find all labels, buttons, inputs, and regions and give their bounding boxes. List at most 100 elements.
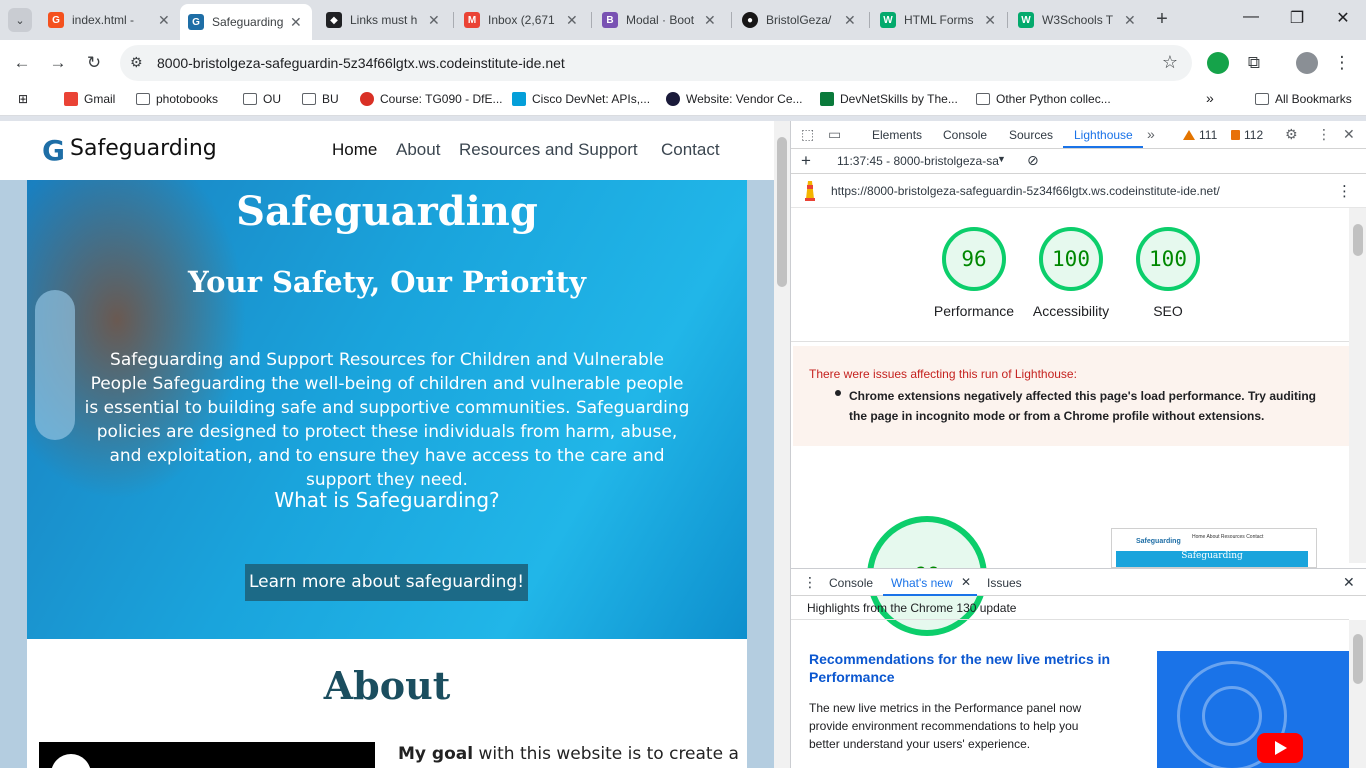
bookmark-ou[interactable]: OU	[243, 92, 281, 106]
gmail-icon	[64, 92, 78, 106]
report-menu-icon[interactable]: ⋮	[1337, 182, 1352, 200]
bookmark-course[interactable]: Course: TG090 - DfE...	[360, 92, 503, 106]
tab-modal[interactable]: B Modal · Boot ✕	[594, 4, 730, 36]
page-scrollbar[interactable]	[774, 121, 790, 768]
drawer-menu-icon[interactable]: ⋮	[803, 574, 817, 591]
drawer-tabbar: ⋮ Console What's new ✕ Issues ✕	[791, 568, 1366, 596]
close-icon[interactable]: ✕	[844, 12, 856, 29]
bookmark-devnetskills[interactable]: DevNetSkills by The...	[820, 92, 958, 106]
tab-separator	[731, 12, 732, 28]
score-gauge-performance[interactable]: 96	[942, 227, 1006, 291]
page-screenshot-thumbnail[interactable]: Safeguarding Home About Resources Contac…	[1111, 528, 1317, 568]
bookmark-bu[interactable]: BU	[302, 92, 339, 106]
url-text[interactable]: 8000-bristolgeza-safeguardin-5z34f66lgtx…	[157, 55, 565, 71]
close-icon[interactable]: ✕	[290, 14, 302, 31]
back-button[interactable]: ←	[10, 51, 34, 75]
bookmark-cisco[interactable]: Cisco DevNet: APIs,...	[512, 92, 650, 106]
bookmarks-overflow-button[interactable]: »	[1206, 90, 1214, 106]
lighthouse-scrollbar-thumb[interactable]	[1353, 224, 1363, 256]
avatar[interactable]	[1296, 52, 1318, 74]
inspect-icon[interactable]: ⬚	[801, 126, 814, 143]
learn-more-button[interactable]: Learn more about safeguarding!	[245, 564, 528, 601]
tab-sources[interactable]: Sources	[1009, 128, 1053, 142]
warnings-counter[interactable]: 111	[1183, 128, 1217, 142]
report-url[interactable]: https://8000-bristolgeza-safeguardin-5z3…	[831, 184, 1220, 198]
tab-html-forms[interactable]: W HTML Forms ✕	[872, 4, 1004, 36]
forward-button[interactable]: →	[46, 51, 70, 75]
bookmark-photobooks[interactable]: photobooks	[136, 92, 218, 106]
close-icon[interactable]: ✕	[961, 575, 971, 589]
whats-new-scrollbar[interactable]	[1349, 620, 1366, 768]
tab-github[interactable]: ● BristolGeza/ ✕	[734, 4, 868, 36]
close-icon[interactable]: ✕	[428, 12, 440, 29]
tab-index[interactable]: G index.html - ✕	[40, 4, 178, 36]
new-report-icon[interactable]: +	[801, 151, 811, 171]
extensions-icon[interactable]: ⧉	[1242, 51, 1266, 75]
bookmark-vendor[interactable]: Website: Vendor Ce...	[666, 92, 803, 106]
nav-contact[interactable]: Contact	[661, 140, 720, 160]
tab-safeguarding[interactable]: G Safeguarding ✕	[180, 4, 312, 40]
close-window-button[interactable]: ✕	[1328, 8, 1358, 28]
address-bar[interactable]: ⚙ 8000-bristolgeza-safeguardin-5z34f66lg…	[120, 45, 1192, 81]
close-icon[interactable]: ✕	[158, 12, 170, 29]
w3schools-icon: W	[1018, 12, 1034, 28]
bookmark-star-icon[interactable]: ☆	[1162, 52, 1178, 73]
close-drawer-icon[interactable]: ✕	[1343, 574, 1355, 591]
tab-console[interactable]: Console	[943, 128, 987, 142]
tab-lighthouse[interactable]: Lighthouse	[1074, 128, 1133, 142]
score-gauge-accessibility[interactable]: 100	[1039, 227, 1103, 291]
hero-figure-image	[35, 290, 75, 440]
all-bookmarks[interactable]: All Bookmarks	[1255, 92, 1352, 106]
more-tabs-icon[interactable]: »	[1147, 126, 1155, 142]
issues-counter[interactable]: 112	[1231, 128, 1263, 142]
close-icon[interactable]: ✕	[566, 12, 578, 29]
bookmark-gmail[interactable]: Gmail	[64, 92, 115, 106]
youtube-play-icon[interactable]	[1257, 733, 1303, 763]
close-icon[interactable]: ✕	[984, 12, 996, 29]
devtools-tabbar: ⬚ ▭ Elements Console Sources Lighthouse …	[791, 121, 1366, 149]
drawer-tab-console[interactable]: Console	[829, 576, 873, 590]
whats-new-article-title[interactable]: Recommendations for the new live metrics…	[809, 650, 1129, 686]
tab-elements[interactable]: Elements	[872, 128, 922, 142]
menu-icon[interactable]: ⋮	[1330, 51, 1354, 75]
warning-title: There were issues affecting this run of …	[809, 367, 1077, 381]
apps-icon[interactable]: ⊞	[18, 92, 28, 106]
clear-icon[interactable]: ⊘	[1027, 152, 1039, 169]
tab-links[interactable]: ◆ Links must h ✕	[318, 4, 450, 36]
tab-search-button[interactable]: ⌄	[8, 8, 32, 32]
bookmark-python[interactable]: Other Python collec...	[976, 92, 1111, 106]
whats-new-scrollbar-thumb[interactable]	[1353, 634, 1363, 684]
minimize-button[interactable]: —	[1236, 8, 1266, 26]
logo-icon[interactable]: G	[42, 134, 65, 167]
tab-inbox[interactable]: M Inbox (2,671 ✕	[456, 4, 588, 36]
cisco-icon	[512, 92, 526, 106]
divider	[791, 341, 1349, 342]
devtools-menu-icon[interactable]: ⋮	[1317, 126, 1331, 143]
nav-resources[interactable]: Resources and Support	[459, 140, 638, 160]
site-info-icon[interactable]: ⚙	[130, 54, 143, 71]
close-devtools-icon[interactable]: ✕	[1343, 126, 1355, 143]
reload-button[interactable]: ↻	[82, 51, 106, 75]
site-logo-text[interactable]: Safeguarding	[70, 136, 217, 161]
nav-home[interactable]: Home	[332, 140, 377, 160]
close-icon[interactable]: ✕	[704, 12, 716, 29]
settings-gear-icon[interactable]: ⚙	[1285, 126, 1298, 143]
chevron-down-icon[interactable]: ▼	[997, 154, 1006, 164]
whats-new-video-thumbnail[interactable]	[1157, 651, 1349, 768]
close-icon[interactable]: ✕	[1124, 12, 1136, 29]
grammarly-icon[interactable]	[1207, 52, 1229, 74]
score-gauge-seo[interactable]: 100	[1136, 227, 1200, 291]
restore-button[interactable]: ❐	[1282, 8, 1312, 28]
nav-about[interactable]: About	[396, 140, 440, 160]
drawer-tab-issues[interactable]: Issues	[987, 576, 1022, 590]
video-embed[interactable]	[39, 742, 375, 768]
new-tab-button[interactable]: +	[1150, 8, 1174, 32]
folder-icon	[976, 93, 990, 105]
drawer-tab-whats-new[interactable]: What's new	[891, 576, 953, 590]
page-scrollbar-thumb[interactable]	[777, 137, 787, 287]
tab-separator	[869, 12, 870, 28]
lighthouse-scrollbar[interactable]	[1349, 208, 1366, 563]
tab-w3schools[interactable]: W W3Schools T ✕	[1010, 4, 1144, 36]
report-selector[interactable]: 11:37:45 - 8000-bristolgeza-sa	[837, 154, 999, 168]
device-toolbar-icon[interactable]: ▭	[828, 126, 841, 143]
